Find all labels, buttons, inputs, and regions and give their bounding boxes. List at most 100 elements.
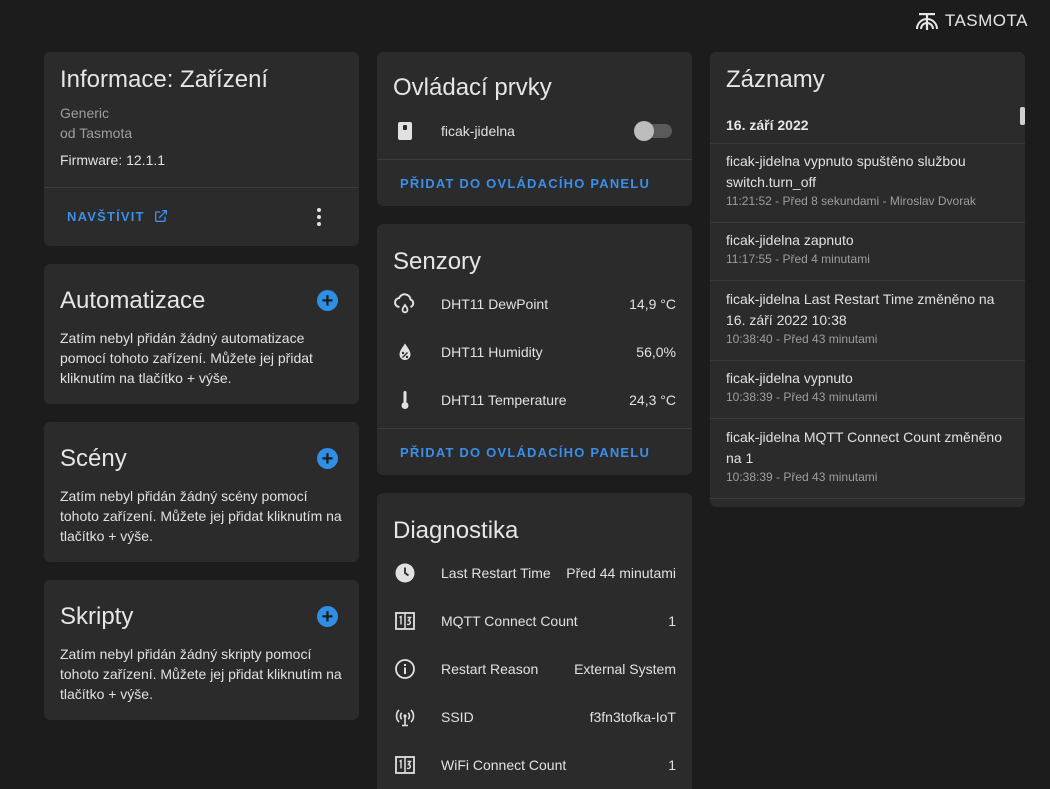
scenes-empty-text: Zatím nebyl přidán žádný scény pomocí to… bbox=[60, 488, 342, 544]
add-scene-button[interactable]: + bbox=[317, 448, 338, 469]
plus-icon: + bbox=[321, 289, 334, 312]
logbook-date: 16. září 2022 bbox=[726, 117, 809, 133]
diagnostic-value: External System bbox=[574, 661, 676, 677]
tasmota-logo-icon bbox=[915, 13, 938, 30]
tasmota-logo: TASMOTA bbox=[913, 10, 1028, 32]
diagnostics-card: Diagnostika Last Restart Time Před 44 mi… bbox=[377, 493, 692, 789]
sensors-title: Senzory bbox=[393, 248, 482, 275]
automations-card: Automatizace + Zatím nebyl přidán žádný … bbox=[44, 264, 359, 404]
visit-label: NAVŠTÍVIT bbox=[67, 208, 145, 224]
log-message: ficak-jidelna vypnuto spuštěno službou bbox=[726, 153, 966, 169]
diagnostic-value: 1 bbox=[668, 613, 676, 629]
water-percent-icon bbox=[393, 340, 417, 364]
log-message-cont: switch.turn_off bbox=[726, 174, 817, 190]
sensors-card: Senzory DHT11 DewPoint 14,9 °C DHT11 Hum… bbox=[377, 224, 692, 475]
weather-rain-icon bbox=[393, 292, 417, 316]
log-entry: ficak-jidelna zapnuto 11:17:55 - Před 4 … bbox=[726, 230, 1009, 266]
diagnostic-row[interactable]: SSID f3fn3tofka-IoT bbox=[393, 705, 676, 729]
logbook-scrollbar[interactable] bbox=[1020, 107, 1025, 125]
sensors-divider bbox=[377, 428, 692, 429]
sensor-row[interactable]: DHT11 Humidity 56,0% bbox=[393, 340, 676, 364]
sensor-value: 14,9 °C bbox=[629, 296, 676, 312]
diagnostic-name: SSID bbox=[441, 709, 474, 725]
control-row[interactable]: ficak-jidelna bbox=[393, 119, 676, 143]
log-meta: 11:21:52 - Před 8 sekundami - Miroslav D… bbox=[726, 194, 976, 208]
control-toggle[interactable] bbox=[634, 121, 672, 141]
log-meta: 10:38:39 - Před 43 minutami bbox=[726, 470, 878, 484]
device-firmware: Firmware: 12.1.1 bbox=[60, 152, 166, 168]
log-meta: 11:17:55 - Před 4 minutami bbox=[726, 252, 870, 266]
sensor-name: DHT11 Humidity bbox=[441, 344, 543, 360]
more-options-icon[interactable] bbox=[310, 206, 328, 228]
diagnostic-row[interactable]: WiFi Connect Count 1 bbox=[393, 753, 676, 777]
scenes-card: Scény + Zatím nebyl přidán žádný scény p… bbox=[44, 422, 359, 562]
controls-add-button[interactable]: PŘIDAT DO OVLÁDACÍHO PANELU bbox=[400, 176, 650, 191]
log-message: ficak-jidelna MQTT Connect Count změněno bbox=[726, 429, 1002, 445]
access-point-icon bbox=[393, 705, 417, 729]
log-meta: 10:38:40 - Před 43 minutami bbox=[726, 332, 878, 346]
device-manufacturer: od Tasmota bbox=[60, 125, 133, 141]
logbook-card: Záznamy 16. září 2022 ficak-jidelna vypn… bbox=[710, 52, 1025, 507]
log-message: ficak-jidelna vypnuto bbox=[726, 370, 853, 386]
controls-add-label: PŘIDAT DO OVLÁDACÍHO PANELU bbox=[400, 176, 651, 191]
scripts-card: Skripty + Zatím nebyl přidán žádný skrip… bbox=[44, 580, 359, 720]
sensor-name: DHT11 DewPoint bbox=[441, 296, 549, 312]
diagnostic-value: Před 44 minutami bbox=[566, 565, 676, 581]
log-entry: ficak-jidelna vypnuto spuštěno službou s… bbox=[726, 151, 1009, 208]
log-message: ficak-jidelna zapnuto bbox=[726, 232, 854, 248]
diagnostic-name: WiFi Connect Count bbox=[441, 757, 567, 773]
info-icon bbox=[393, 657, 417, 681]
diagnostic-name: Restart Reason bbox=[441, 661, 539, 677]
log-message-cont: 16. září 2022 10:38 bbox=[726, 312, 847, 328]
sensor-value: 56,0% bbox=[636, 344, 676, 360]
counter-icon bbox=[393, 609, 417, 633]
sensor-value: 24,3 °C bbox=[629, 392, 676, 408]
log-separator bbox=[710, 143, 1025, 144]
add-script-button[interactable]: + bbox=[317, 606, 338, 627]
open-in-new-icon bbox=[154, 210, 167, 222]
device-info-divider bbox=[44, 187, 359, 188]
thermometer-icon bbox=[393, 388, 417, 412]
diagnostic-name: Last Restart Time bbox=[441, 565, 551, 581]
controls-title: Ovládací prvky bbox=[393, 74, 552, 101]
brand-name: TASMOTA bbox=[944, 11, 1028, 30]
logbook-title: Záznamy bbox=[726, 66, 825, 93]
sensors-add-label: PŘIDAT DO OVLÁDACÍHO PANELU bbox=[400, 445, 651, 460]
diagnostics-title: Diagnostika bbox=[393, 517, 519, 544]
device-info-title: Informace: Zařízení bbox=[60, 66, 269, 93]
plus-icon: + bbox=[321, 605, 334, 628]
log-meta: 10:38:39 - Před 43 minutami bbox=[726, 390, 878, 404]
log-separator bbox=[710, 280, 1025, 281]
scripts-title: Skripty bbox=[60, 603, 134, 630]
scripts-empty-text: Zatím nebyl přidán žádný skripty pomocí … bbox=[60, 646, 342, 702]
log-separator bbox=[710, 498, 1025, 499]
visit-button[interactable]: NAVŠTÍVIT bbox=[67, 208, 169, 224]
controls-divider bbox=[377, 159, 692, 160]
log-entry: ficak-jidelna vypnuto 10:38:39 - Před 43… bbox=[726, 368, 1009, 404]
device-model: Generic bbox=[60, 105, 110, 121]
log-separator bbox=[710, 418, 1025, 419]
automations-title: Automatizace bbox=[60, 287, 206, 314]
plus-icon: + bbox=[321, 447, 334, 470]
controls-card: Ovládací prvky ficak-jidelna PŘIDAT DO O… bbox=[377, 52, 692, 206]
diagnostic-value: f3fn3tofka-IoT bbox=[589, 709, 676, 725]
log-entry: ficak-jidelna MQTT Connect Count změněno… bbox=[726, 427, 1009, 484]
sensor-row[interactable]: DHT11 Temperature 24,3 °C bbox=[393, 388, 676, 412]
diagnostic-value: 1 bbox=[668, 757, 676, 773]
clock-icon bbox=[393, 561, 417, 585]
sensors-add-button[interactable]: PŘIDAT DO OVLÁDACÍHO PANELU bbox=[400, 445, 650, 460]
log-separator bbox=[710, 222, 1025, 223]
diagnostic-row[interactable]: Last Restart Time Před 44 minutami bbox=[393, 561, 676, 585]
log-entry: ficak-jidelna Last Restart Time změněno … bbox=[726, 289, 1009, 346]
sensor-name: DHT11 Temperature bbox=[441, 392, 567, 408]
sensor-row[interactable]: DHT11 DewPoint 14,9 °C bbox=[393, 292, 676, 316]
log-separator bbox=[710, 360, 1025, 361]
counter-icon bbox=[393, 753, 417, 777]
log-message-cont: na 1 bbox=[726, 450, 754, 466]
automations-empty-text: Zatím nebyl přidán žádný automatizace po… bbox=[60, 330, 313, 386]
add-automation-button[interactable]: + bbox=[317, 290, 338, 311]
device-info-card: Informace: Zařízení Generic od Tasmota F… bbox=[44, 52, 359, 246]
diagnostic-row[interactable]: Restart Reason External System bbox=[393, 657, 676, 681]
diagnostic-row[interactable]: MQTT Connect Count 1 bbox=[393, 609, 676, 633]
scenes-title: Scény bbox=[60, 445, 127, 472]
